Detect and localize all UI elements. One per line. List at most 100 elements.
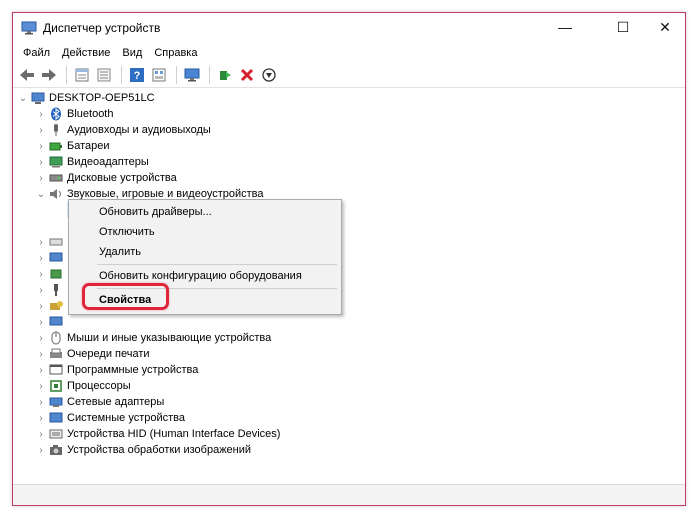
chevron-right-icon[interactable]: › — [35, 122, 47, 138]
menu-bar: Файл Действие Вид Справка — [13, 43, 685, 63]
device-manager-icon — [21, 21, 37, 35]
bluetooth-icon — [49, 107, 63, 121]
tree-item-label: Батареи — [67, 140, 110, 152]
tree-item[interactable]: › Сетевые адаптеры — [35, 394, 164, 410]
tree-item[interactable]: › Видеоадаптеры — [35, 154, 149, 170]
network-adapter-icon — [49, 395, 63, 409]
tree-item-label: Видеоадаптеры — [67, 156, 149, 168]
chevron-right-icon[interactable]: › — [35, 346, 47, 362]
chevron-right-icon[interactable]: › — [35, 314, 47, 330]
chevron-right-icon[interactable]: › — [35, 426, 47, 442]
menu-item-disable[interactable]: Отключить — [69, 222, 341, 242]
controller-icon — [49, 267, 63, 281]
menu-action[interactable]: Действие — [56, 47, 116, 59]
chevron-right-icon[interactable]: › — [35, 234, 47, 250]
tree-item-label: Аудиовходы и аудиовыходы — [67, 124, 211, 136]
minimize-button[interactable]: — — [543, 13, 587, 41]
monitor-icon[interactable] — [182, 65, 202, 85]
tree-item[interactable]: › Bluetooth — [35, 106, 113, 122]
tree-item[interactable]: › Системные устройства — [35, 410, 185, 426]
tree-item-label: Процессоры — [67, 380, 131, 392]
close-button[interactable]: ✕ — [643, 13, 687, 41]
update-driver-icon[interactable] — [215, 65, 235, 85]
list-view-icon[interactable] — [94, 65, 114, 85]
tree-item-label: Сетевые адаптеры — [67, 396, 165, 408]
chevron-right-icon[interactable]: › — [35, 298, 47, 314]
audio-icon — [49, 123, 63, 137]
tree-item-label: Очереди печати — [67, 348, 150, 360]
toolbar-separator — [121, 66, 122, 84]
tree-item-hidden[interactable]: › — [35, 266, 67, 282]
uninstall-icon[interactable] — [237, 65, 257, 85]
resources-view-icon[interactable] — [149, 65, 169, 85]
window-title: Диспетчер устройств — [43, 21, 161, 35]
chevron-right-icon[interactable]: › — [35, 378, 47, 394]
chevron-down-icon[interactable]: ⌄ — [17, 90, 29, 106]
tree-root[interactable]: ⌄ DESKTOP-OEP51LC — [17, 90, 155, 106]
help-icon[interactable]: ? — [127, 65, 147, 85]
back-icon[interactable] — [17, 65, 37, 85]
keyboard-icon — [49, 235, 63, 249]
tree-item[interactable]: › Дисковые устройства — [35, 170, 177, 186]
chevron-down-icon[interactable]: ⌄ — [35, 186, 47, 202]
tree-item-label: Мыши и иные указывающие устройства — [67, 332, 272, 344]
menu-view[interactable]: Вид — [116, 47, 148, 59]
chevron-right-icon[interactable]: › — [35, 250, 47, 266]
menu-item-update-drivers[interactable]: Обновить драйверы... — [69, 202, 341, 222]
toolbar-separator — [209, 66, 210, 84]
menu-help[interactable]: Справка — [148, 47, 203, 59]
tree-item-hidden[interactable]: › — [35, 314, 67, 330]
svg-text:?: ? — [134, 70, 141, 82]
title-bar: Диспетчер устройств — ☐ ✕ — [13, 13, 685, 43]
tree-item-hidden[interactable]: › — [35, 234, 67, 250]
tree-item[interactable]: › Программные устройства — [35, 362, 198, 378]
tree-item[interactable]: › Очереди печати — [35, 346, 150, 362]
chevron-right-icon[interactable]: › — [35, 154, 47, 170]
tree-item-label: Bluetooth — [67, 108, 114, 120]
tree-item[interactable]: › Мыши и иные указывающие устройства — [35, 330, 271, 346]
other-device-icon — [49, 299, 63, 313]
status-bar — [13, 484, 685, 505]
tree-item-hidden[interactable]: › — [35, 298, 67, 314]
toolbar: ? — [13, 63, 685, 88]
chevron-right-icon[interactable]: › — [35, 282, 47, 298]
properties-view-icon[interactable] — [72, 65, 92, 85]
chevron-right-icon[interactable]: › — [35, 330, 47, 346]
maximize-button[interactable]: ☐ — [601, 13, 645, 41]
chevron-right-icon[interactable]: › — [35, 266, 47, 282]
tree-item[interactable]: › Батареи — [35, 138, 110, 154]
tree-item-hidden[interactable]: › — [35, 282, 67, 298]
display-adapter-icon — [49, 155, 63, 169]
plug-icon — [49, 283, 63, 297]
forward-icon[interactable] — [39, 65, 59, 85]
chevron-right-icon[interactable]: › — [35, 394, 47, 410]
chevron-right-icon[interactable]: › — [35, 138, 47, 154]
tree-item-label: Системные устройства — [67, 412, 186, 424]
tree-item-hidden[interactable]: › — [35, 250, 67, 266]
menu-item-uninstall[interactable]: Удалить — [69, 242, 341, 262]
menu-file[interactable]: Файл — [17, 47, 56, 59]
monitor-icon — [49, 251, 63, 265]
tree-item[interactable]: › Процессоры — [35, 378, 131, 394]
chevron-right-icon[interactable]: › — [35, 362, 47, 378]
tree-item-label: Дисковые устройства — [67, 172, 177, 184]
disable-device-icon[interactable] — [259, 65, 279, 85]
chevron-right-icon[interactable]: › — [35, 170, 47, 186]
disk-drive-icon — [49, 171, 63, 185]
properties-highlight — [82, 283, 169, 310]
chevron-right-icon[interactable]: › — [35, 410, 47, 426]
toolbar-separator — [176, 66, 177, 84]
chevron-right-icon[interactable]: › — [35, 106, 47, 122]
chevron-right-icon[interactable]: › — [35, 442, 47, 458]
software-device-icon — [49, 363, 63, 377]
speaker-icon — [49, 187, 63, 201]
tree-item-label: Устройства HID (Human Interface Devices) — [67, 428, 281, 440]
monitor-icon — [49, 315, 63, 329]
menu-separator — [97, 264, 337, 265]
tree-item[interactable]: › Устройства HID (Human Interface Device… — [35, 426, 280, 442]
tree-item[interactable]: › Устройства обработки изображений — [35, 442, 251, 458]
camera-icon — [49, 443, 63, 457]
tree-item[interactable]: › Аудиовходы и аудиовыходы — [35, 122, 211, 138]
hid-icon — [49, 427, 63, 441]
printer-icon — [49, 347, 63, 361]
